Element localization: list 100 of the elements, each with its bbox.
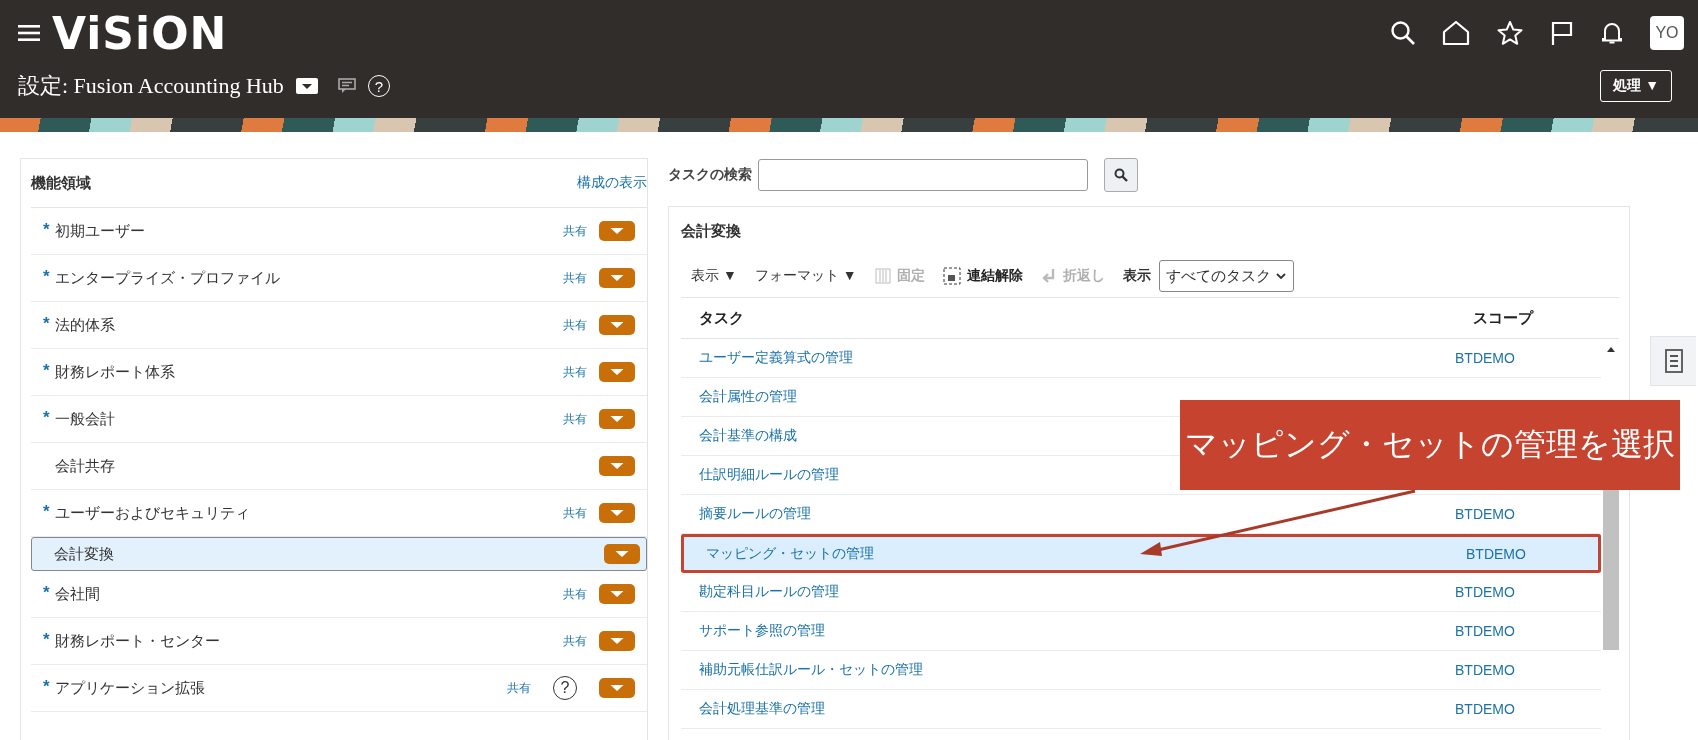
functional-area-label: 会計変換 — [54, 544, 114, 564]
task-row[interactable]: サポート参照の管理 BTDEMO — [681, 612, 1601, 651]
toolbar-button[interactable]: 連結解除 — [942, 267, 1023, 285]
task-link[interactable]: 勘定科目ルールの管理 — [681, 583, 1455, 601]
dropdown-icon[interactable] — [295, 78, 318, 94]
wrap-arrow-icon — [1040, 268, 1057, 284]
chevron-down-icon — [1274, 271, 1287, 281]
functional-area-row[interactable]: * 財務レポート体系 共有 — [31, 349, 647, 396]
view-setup-link[interactable]: 構成の表示 — [577, 174, 647, 192]
menu-icon[interactable] — [18, 24, 40, 42]
bell-icon[interactable] — [1600, 20, 1624, 46]
functional-area-label: 初期ユーザー — [55, 221, 145, 241]
required-mark: * — [43, 630, 51, 650]
dropdown-button[interactable] — [599, 221, 635, 241]
dropdown-button[interactable] — [599, 456, 635, 476]
task-link[interactable]: サポート参照の管理 — [681, 622, 1455, 640]
functional-area-label: 会計共存 — [55, 456, 115, 476]
functional-area-label: 法的体系 — [55, 315, 115, 335]
menu-button[interactable]: フォーマット ▼ — [754, 267, 857, 285]
task-row[interactable]: マッピング・セットの管理 BTDEMO — [681, 534, 1601, 573]
scope-link[interactable]: BTDEMO — [1455, 506, 1515, 522]
task-row[interactable]: 勘定科目ルールの管理 BTDEMO — [681, 573, 1601, 612]
functional-area-row[interactable]: * エンタープライズ・プロファイル 共有 — [31, 255, 647, 302]
dropdown-button[interactable] — [599, 268, 635, 288]
shared-label: 共有 — [563, 504, 587, 522]
functional-area-row[interactable]: * 会社間 共有 — [31, 571, 647, 618]
actions-button[interactable]: 処理 ▼ — [1600, 70, 1672, 102]
shared-label: 共有 — [507, 679, 531, 697]
panel-title: 機能領域 — [31, 173, 91, 193]
required-mark: * — [43, 677, 51, 697]
scope-link[interactable]: BTDEMO — [1455, 701, 1515, 717]
dropdown-button[interactable] — [599, 409, 635, 429]
dropdown-button[interactable] — [604, 544, 640, 564]
scope-link[interactable]: BTDEMO — [1455, 350, 1515, 366]
required-mark: * — [43, 502, 51, 522]
search-button[interactable] — [1104, 158, 1138, 192]
functional-area-label: 会社間 — [55, 584, 100, 604]
panel-title: 会計変換 — [681, 220, 742, 241]
required-mark: * — [43, 408, 51, 428]
task-row[interactable]: 会計処理基準の管理 BTDEMO — [681, 690, 1601, 729]
functional-area-label: ユーザーおよびセキュリティ — [55, 503, 250, 523]
dropdown-button[interactable] — [599, 503, 635, 523]
scope-link[interactable]: BTDEMO — [1455, 623, 1515, 639]
functional-area-row[interactable]: * 初期ユーザー 共有 — [31, 208, 647, 255]
shared-label: 共有 — [563, 363, 587, 381]
side-panel-button[interactable] — [1650, 336, 1696, 386]
task-link[interactable]: 補助元帳仕訳ルール・セットの管理 — [681, 661, 1455, 679]
shared-label: 共有 — [563, 585, 587, 603]
chat-icon[interactable] — [337, 78, 356, 94]
functional-area-label: 財務レポート体系 — [55, 362, 175, 382]
functional-area-label: アプリケーション拡張 — [55, 678, 205, 698]
scope-link[interactable]: BTDEMO — [1455, 662, 1515, 678]
task-link[interactable]: ユーザー定義算式の管理 — [681, 349, 1455, 367]
shared-label: 共有 — [563, 410, 587, 428]
dropdown-button[interactable] — [599, 315, 635, 335]
detach-icon — [942, 267, 961, 285]
user-avatar[interactable]: YO — [1650, 16, 1684, 50]
scope-link[interactable]: BTDEMO — [1466, 545, 1526, 562]
task-link[interactable]: 会計処理基準の管理 — [681, 700, 1455, 718]
dropdown-button[interactable] — [599, 362, 635, 382]
functional-area-row[interactable]: 会計変換 — [31, 537, 647, 571]
shared-label: 共有 — [563, 269, 587, 287]
column-header[interactable]: スコープ — [1473, 308, 1533, 328]
dropdown-button[interactable] — [599, 584, 635, 604]
scroll-up-arrow-icon[interactable] — [1606, 345, 1616, 353]
shared-label: 共有 — [563, 632, 587, 650]
task-row[interactable]: 補助元帳仕訳ルール・セットの管理 BTDEMO — [681, 651, 1601, 690]
functional-area-row[interactable]: 会計共存 — [31, 443, 647, 490]
functional-area-row[interactable]: * 法的体系 共有 — [31, 302, 647, 349]
task-row[interactable]: ユーザー定義算式の管理 BTDEMO — [681, 339, 1601, 378]
scope-link[interactable]: BTDEMO — [1455, 584, 1515, 600]
search-icon[interactable] — [1390, 20, 1416, 46]
shared-label: 共有 — [563, 222, 587, 240]
functional-area-row[interactable]: * 財務レポート・センター 共有 — [31, 618, 647, 665]
menu-button[interactable]: 表示 ▼ — [691, 267, 737, 285]
functional-area-label: エンタープライズ・プロファイル — [55, 268, 280, 288]
functional-area-row[interactable]: * 一般会計 共有 — [31, 396, 647, 443]
required-mark: * — [43, 361, 51, 381]
page-title: 設定: Fusion Accounting Hub — [18, 72, 284, 100]
star-icon[interactable] — [1496, 20, 1524, 46]
document-icon — [1664, 349, 1683, 373]
view-label: 表示 — [1122, 267, 1151, 285]
flag-icon[interactable] — [1550, 20, 1574, 46]
home-icon[interactable] — [1442, 20, 1470, 46]
task-link[interactable]: 摘要ルールの管理 — [681, 505, 1455, 523]
callout-tooltip: マッピング・セットの管理を選択 — [1180, 400, 1680, 490]
logo[interactable]: ViSiON — [52, 7, 228, 59]
required-mark: * — [43, 267, 51, 287]
dropdown-button[interactable] — [599, 678, 635, 698]
search-label: タスクの検索 — [668, 166, 752, 184]
dropdown-button[interactable] — [599, 631, 635, 651]
task-link[interactable]: マッピング・セットの管理 — [688, 544, 1462, 563]
task-search-field[interactable] — [758, 159, 1088, 191]
functional-area-row[interactable]: * アプリケーション拡張 共有 ? — [31, 665, 647, 712]
columns-icon — [874, 268, 891, 284]
column-header[interactable]: タスク — [681, 308, 1473, 328]
search-icon — [1114, 168, 1128, 182]
functional-area-label: 財務レポート・センター — [55, 631, 220, 651]
task-filter-select[interactable]: すべてのタスク — [1158, 260, 1294, 292]
functional-area-label: 一般会計 — [55, 409, 115, 429]
